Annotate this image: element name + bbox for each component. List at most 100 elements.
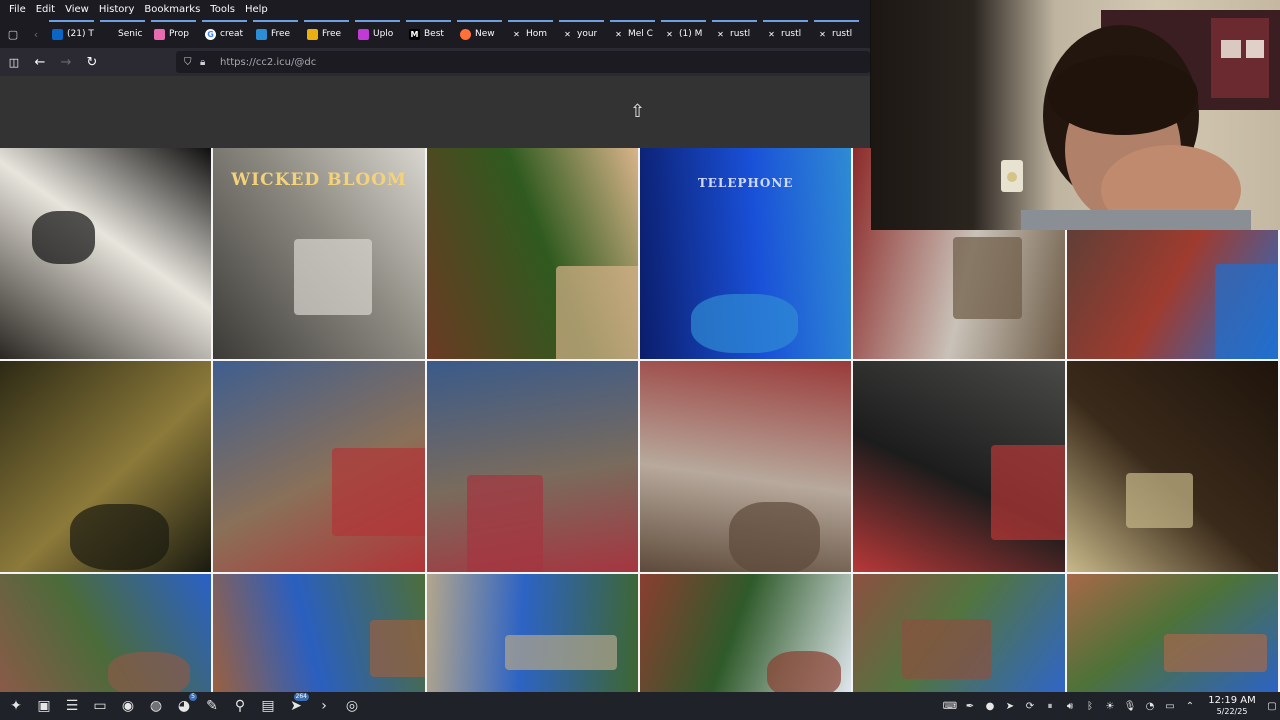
reload-button[interactable]: ↻ [80,48,104,76]
menu-view[interactable]: View [60,0,94,20]
photo-blue-tarp-excavation-2[interactable] [426,361,638,572]
tab-11[interactable]: ✕ Mel C [607,20,658,48]
photo-subject [1125,472,1194,528]
tab-15[interactable]: ✕ rustl [811,20,862,48]
sidebar-toggle-icon[interactable]: ◫ [2,48,26,76]
tab-2[interactable]: Prop [148,20,199,48]
tab-0[interactable]: (21) T [46,20,97,48]
telegram-icon[interactable]: ➤ 264 [282,692,310,720]
medium-icon: M [409,28,420,40]
magnifier-icon[interactable]: ⚲ [226,692,254,720]
photo-excavation-red-wall[interactable] [639,361,852,572]
scroll-tabs-left-icon[interactable]: ‹ [26,20,46,48]
pen-icon[interactable]: ✒ [960,692,980,720]
tab-8[interactable]: New [454,20,505,48]
x-icon: ✕ [666,29,673,39]
tab-4[interactable]: Free [250,20,301,48]
photo-concrete-foundation[interactable] [853,361,1065,572]
photo-telephone-blue-light[interactable]: TELEPHONE [639,148,852,359]
colorful-square-icon [358,28,369,40]
tab-3[interactable]: Gcreat [199,20,250,48]
package-store-icon[interactable]: ▣ [30,692,58,720]
tab-7[interactable]: M Best [403,20,454,48]
photo-gingerbread-garden[interactable] [426,148,638,359]
file-manager-icon[interactable]: ▭ [86,692,114,720]
keyboard-icon[interactable]: ⌨ [940,692,960,720]
webcam-overlay [871,0,1280,230]
terminal-icon[interactable]: › [310,692,338,720]
x-icon: ✕ [717,29,724,39]
obs-tray-icon[interactable]: ● [980,692,1000,720]
tab-13[interactable]: ✕ rustl [709,20,760,48]
photo-backyard-tarp-2[interactable] [213,574,425,692]
obs-icon[interactable]: ◎ [338,692,366,720]
scroll-to-top-icon[interactable]: ⇧ [630,103,645,121]
tab-10[interactable]: ✕ your [556,20,607,48]
x-icon: ✕ [768,29,775,39]
web-browser-icon[interactable]: ◍ [142,692,170,720]
text-editor-icon[interactable]: ✎ [198,692,226,720]
photo-backyard-tarp-3[interactable] [426,574,638,692]
menu-help[interactable]: Help [240,0,273,20]
app-launcher-icon[interactable]: ✦ [2,692,30,720]
settings-panel-icon[interactable]: ☰ [58,692,86,720]
photo-backyard-tarp-5[interactable] [1066,574,1278,692]
photo-subject [107,651,191,692]
volume-icon[interactable]: 🔊︎ [1060,692,1080,720]
photo-subject [728,502,820,572]
photo-blue-tarp-excavation-1[interactable] [213,361,425,572]
tab-label: Best [424,29,444,39]
battery-icon[interactable]: ▭ [1160,692,1180,720]
menu-tools[interactable]: Tools [205,0,240,20]
photo-subject [990,445,1065,541]
bluetooth-icon[interactable]: ᛒ [1080,692,1100,720]
desktop: File Edit View History Bookmarks Tools H… [0,0,1280,720]
page-header-area [0,76,870,148]
telegram-tray-icon[interactable]: ➤ [1000,692,1020,720]
tab-1[interactable]: Senic [97,20,148,48]
microphone-icon[interactable]: 🎙︎ [1120,692,1140,720]
photo-backyard-tarp-4[interactable] [853,574,1065,692]
photo-vintage-camera[interactable] [0,148,212,359]
photo-night-excavation-1[interactable] [0,361,212,572]
notes-icon[interactable]: ▤ [254,692,282,720]
menu-file[interactable]: File [4,0,31,20]
photo-wicked-bloom-storefront[interactable]: WICKED BLOOM [213,148,425,359]
show-desktop-icon[interactable]: ▢ [1264,692,1280,720]
photo-trees-brick-building[interactable] [639,574,852,692]
photo-night-foundation[interactable] [1066,361,1278,572]
tab-6[interactable]: Uplo [352,20,403,48]
menu-history[interactable]: History [94,0,140,20]
tab-label: Senic [118,29,143,39]
photo-subject [504,635,617,670]
address-bar[interactable]: ⛉ 🔒︎ https://cc2.icu/@dc [176,51,870,73]
discord-icon[interactable]: ◕ 5 [170,692,198,720]
tab-5[interactable]: Free [301,20,352,48]
firefox-icon [460,28,471,40]
tab-14[interactable]: ✕ rustl [760,20,811,48]
lock-icon[interactable]: 🔒︎ [200,57,216,68]
tab-list-icon[interactable]: ▢ [0,20,26,48]
url-text[interactable]: https://cc2.icu/@dc [220,57,316,68]
forward-button[interactable]: → [54,48,78,76]
menu-edit[interactable]: Edit [31,0,60,20]
photo-backyard-tarp-1[interactable] [0,574,212,692]
tab-label: Mel C [628,29,653,39]
brightness-icon[interactable]: ☀ [1100,692,1120,720]
chevron-up-icon[interactable]: ⌃ [1180,692,1200,720]
notification-badge: 264 [293,693,309,701]
network-icon[interactable]: ◔ [1140,692,1160,720]
tracking-shield-icon[interactable]: ⛉ [184,57,200,68]
update-icon[interactable]: ⟳ [1020,692,1040,720]
photo-subject [1163,634,1268,672]
tab-12[interactable]: ✕ (1) M [658,20,709,48]
clock[interactable]: 12:19 AM 5/22/25 [1200,695,1264,717]
firefox-icon[interactable]: ◉ [114,692,142,720]
back-button[interactable]: ← [28,48,52,76]
pause-icon[interactable]: ⏸ [1040,692,1060,720]
tab-9[interactable]: ✕ Hom [505,20,556,48]
tab-label: Prop [169,29,189,39]
menu-bookmarks[interactable]: Bookmarks [139,0,205,20]
google-icon: G [205,28,216,40]
photo-subject [901,618,991,679]
